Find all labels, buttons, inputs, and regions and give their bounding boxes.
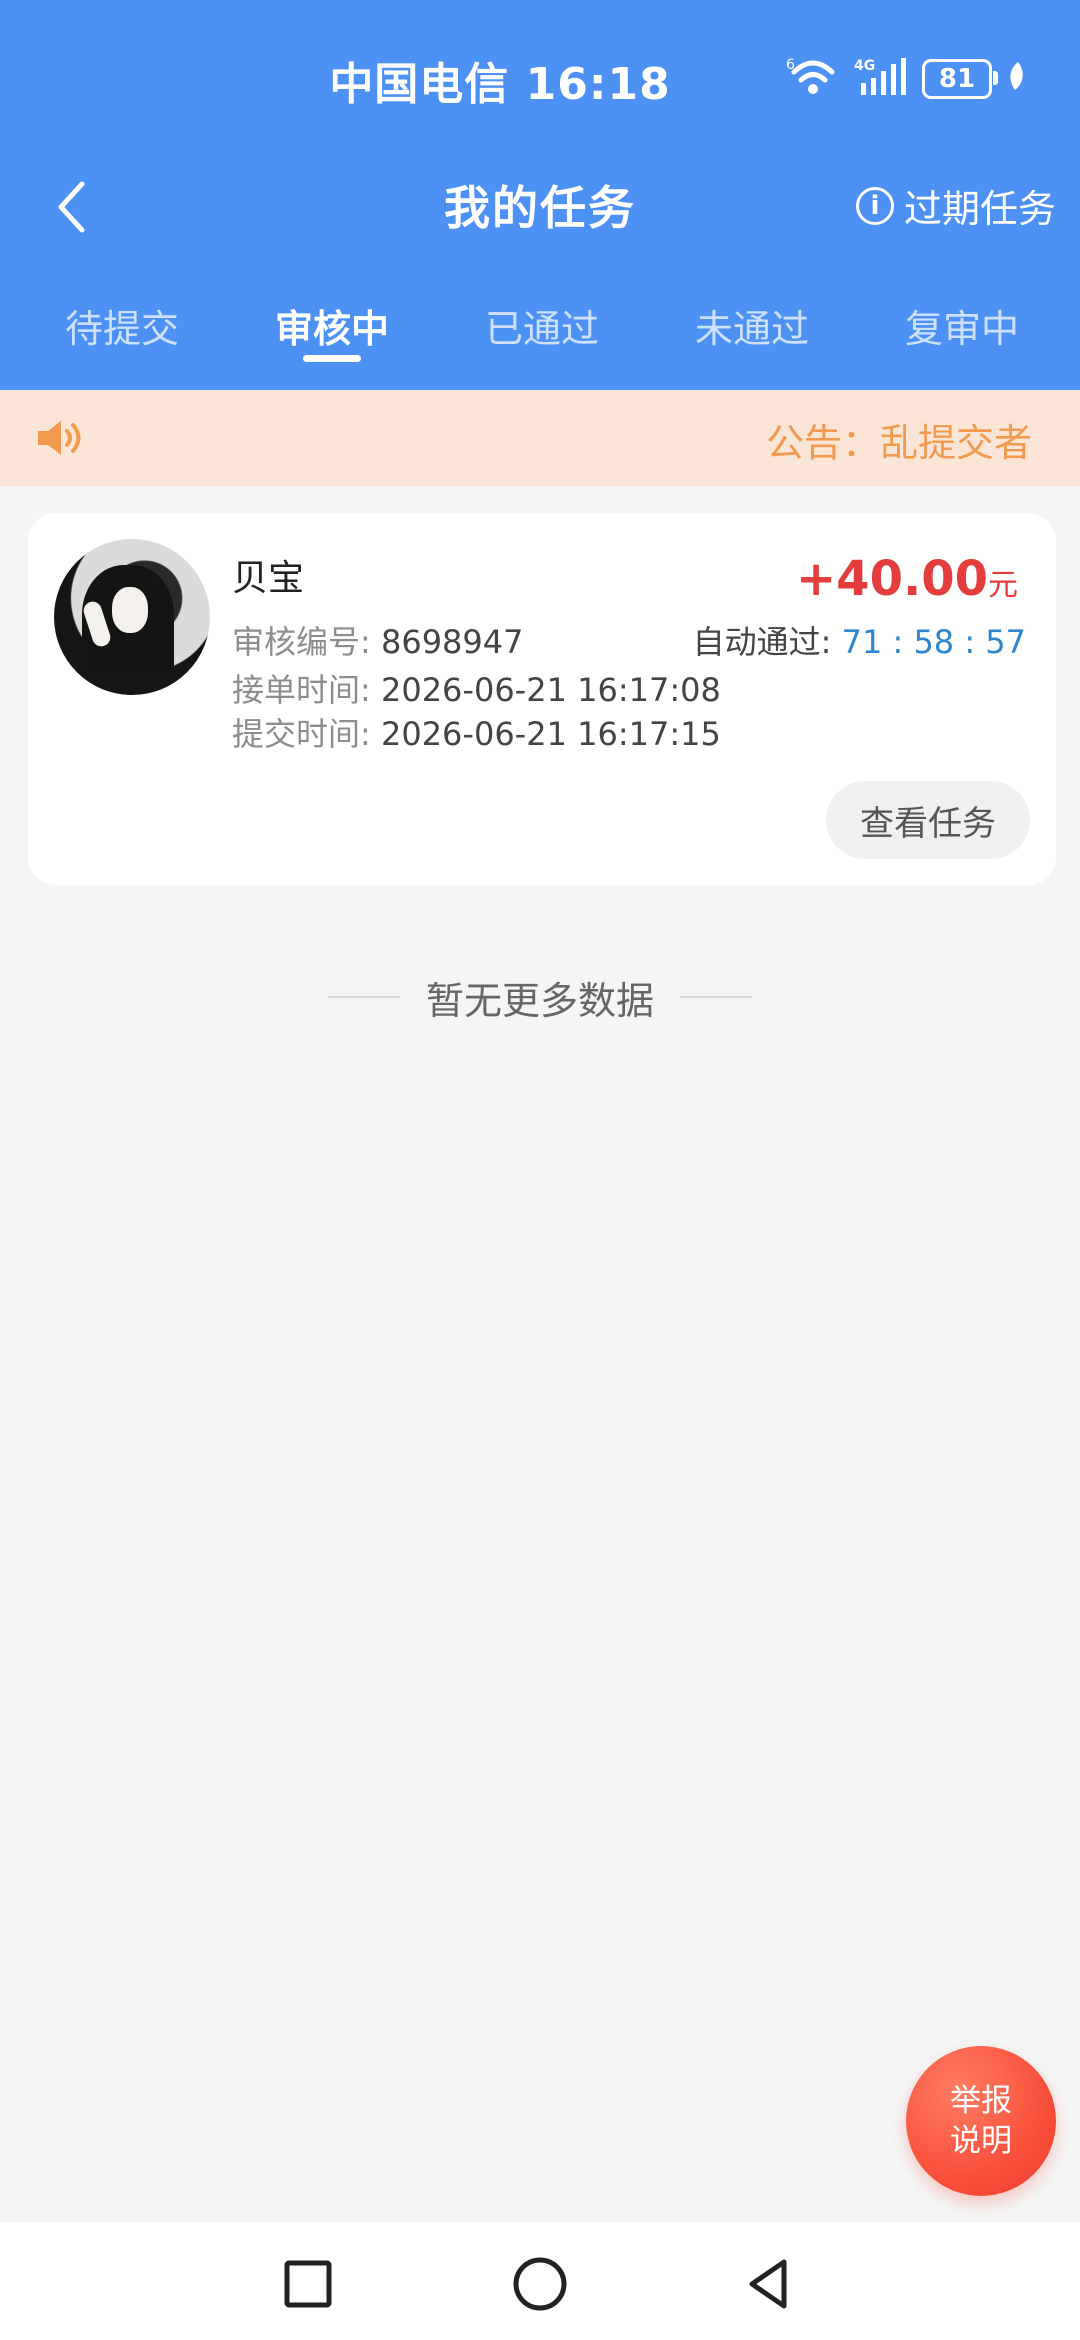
header: 中国电信 16:18 6 4G 81 我的任务 i 过期任务 待提交 审核中 已… [0,0,1080,390]
back-nav-button[interactable] [734,2250,802,2318]
tab-approved[interactable]: 已通过 [452,278,632,390]
submit-time: 2026-06-21 16:17:15 [380,715,721,753]
task-card: 贝宝 +40.00元 审核编号: 8698947 自动通过: 71 : 58 :… [28,513,1056,885]
announcement-bar: 公告：乱提交者 [0,390,1080,486]
leaf-icon [1006,60,1028,98]
review-number-label: 审核编号: [232,623,371,661]
system-navigation-bar [0,2222,1080,2340]
home-button[interactable] [506,2250,574,2318]
speaker-icon [34,416,86,464]
accept-time: 2026-06-21 16:17:08 [380,671,721,709]
auto-pass-row: 自动通过: 71 : 58 : 57 [693,617,1026,663]
triangle-back-icon [749,2259,787,2309]
wifi-icon: 6 [786,56,840,102]
announcement-text: 公告：乱提交者 [766,421,1033,465]
empty-state-text: 暂无更多数据 [425,978,654,1023]
divider-right [680,996,752,998]
user-name: 贝宝 [232,558,305,599]
report-instructions-button[interactable]: 举报 说明 [906,2046,1056,2196]
reward-unit: 元 [988,568,1018,603]
avatar-face [112,587,148,633]
circle-icon [513,2257,567,2311]
cellular-icon: 4G [854,56,908,102]
submit-time-row: 提交时间: 2026-06-21 16:17:15 [232,709,721,755]
tab-rejected[interactable]: 未通过 [662,278,842,390]
reward-value: +40.00 [795,551,988,607]
avatar [54,539,210,695]
status-tabs: 待提交 审核中 已通过 未通过 复审中 [0,278,1080,390]
battery-icon: 81 [922,59,998,99]
status-icons: 6 4G 81 [786,56,1028,102]
tab-pending-submit[interactable]: 待提交 [32,278,212,390]
tab-under-review[interactable]: 审核中 [242,278,422,390]
network-label: 4G [854,58,875,74]
view-task-button[interactable]: 查看任务 [826,781,1030,859]
report-label-line2: 说明 [950,2123,1012,2159]
tab-rereview[interactable]: 复审中 [872,278,1052,390]
auto-pass-label: 自动通过: [692,623,832,661]
status-bar: 中国电信 16:18 6 4G 81 [0,0,1080,150]
title-bar: 我的任务 i 过期任务 [0,150,1080,260]
divider-left [327,996,400,998]
review-number-row: 审核编号: 8698947 [232,617,523,663]
auto-pass-countdown: 71 : 58 : 57 [841,623,1026,661]
accept-time-label: 接单时间: [232,671,371,709]
report-label-line1: 举报 [950,2083,1012,2119]
empty-state: 暂无更多数据 [0,972,1080,1023]
review-number: 8698947 [380,623,524,661]
accept-time-row: 接单时间: 2026-06-21 16:17:08 [232,665,721,711]
info-icon: i [855,186,894,225]
square-icon [284,2260,332,2308]
recents-button[interactable] [274,2250,342,2318]
expired-tasks-link[interactable]: i 过期任务 [855,178,1056,233]
reward-amount: +40.00元 [796,551,1018,607]
submit-time-label: 提交时间: [232,715,371,753]
expired-tasks-label: 过期任务 [903,187,1056,231]
